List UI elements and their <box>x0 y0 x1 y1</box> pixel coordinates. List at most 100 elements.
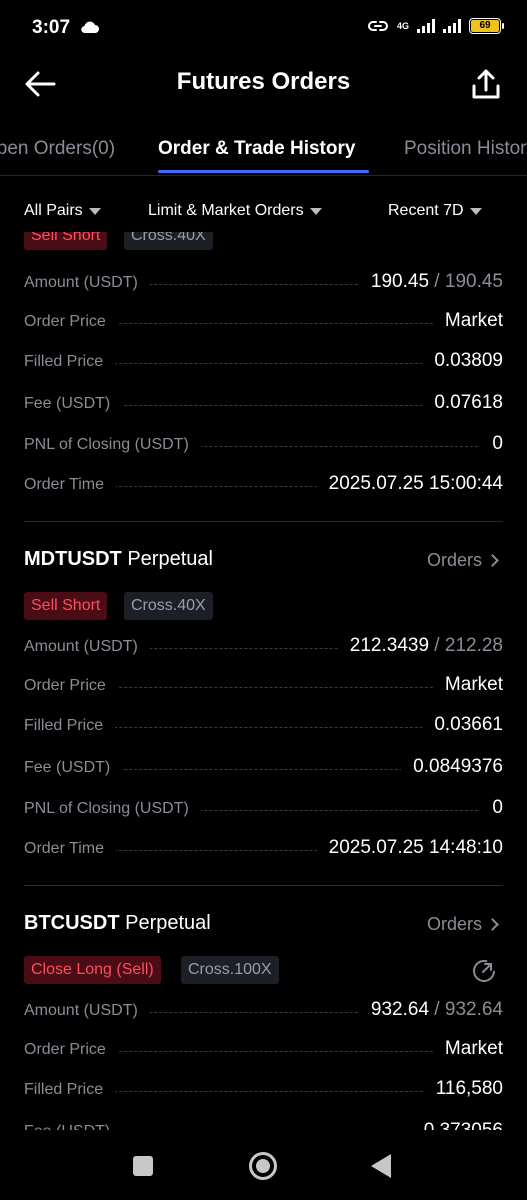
pnl-row: PNL of Closing (USDT) 0 <box>24 795 503 825</box>
order-price-value: Market <box>432 1038 503 1060</box>
order-price-value: Market <box>432 310 503 332</box>
orders-link[interactable]: Orders <box>426 550 499 571</box>
amount-value: 190.45 / 190.45 <box>358 271 503 293</box>
contract-symbol: MDTUSDT <box>24 548 122 570</box>
filter-range[interactable]: Recent 7D <box>388 202 482 220</box>
pnl-value: 0 <box>480 797 503 819</box>
caret-down-icon <box>469 207 482 215</box>
active-tab-indicator <box>158 170 369 173</box>
orders-link[interactable]: Orders <box>426 914 499 935</box>
side-badge: Close Long (Sell) <box>24 956 161 984</box>
order-time-label: Order Time <box>24 476 117 494</box>
fee-row: Fee (USDT) 0.373056 <box>24 1118 503 1130</box>
contract-title[interactable]: MDTUSDT Perpetual <box>24 548 213 571</box>
fee-value: 0.07618 <box>422 392 503 414</box>
filled-price-row: Filled Price 0.03661 <box>24 712 503 742</box>
amount-label: Amount (USDT) <box>24 638 150 656</box>
fee-row: Fee (USDT) 0.0849376 <box>24 754 503 784</box>
pnl-row: PNL of Closing (USDT) 0 <box>24 431 503 461</box>
filter-order-type[interactable]: Limit & Market Orders <box>148 202 322 220</box>
pnl-label: PNL of Closing (USDT) <box>24 436 201 454</box>
contract-symbol: BTCUSDT <box>24 912 120 934</box>
order-price-row: Order Price Market <box>24 672 503 702</box>
card-divider <box>24 885 503 886</box>
filled-price-label: Filled Price <box>24 1081 116 1099</box>
battery-icon: 69 <box>469 18 504 34</box>
fee-label: Fee (USDT) <box>24 759 123 777</box>
side-badge: Sell Short <box>24 592 108 620</box>
app-header: Futures Orders <box>0 56 527 114</box>
network-type: 4G <box>396 20 409 31</box>
system-nav-bar <box>0 1130 527 1200</box>
filled-price-value: 0.03661 <box>422 714 503 736</box>
filter-pairs[interactable]: All Pairs <box>24 202 101 220</box>
order-price-row: Order Price Market <box>24 1036 503 1066</box>
status-right: 4G 69 <box>367 18 504 34</box>
side-badge: Sell Short <box>24 232 108 250</box>
share-order-icon[interactable] <box>471 958 497 984</box>
margin-badge: Cross.40X <box>124 232 213 250</box>
filter-bar: All Pairs Limit & Market Orders Recent 7… <box>0 190 527 232</box>
fee-value: 0.373056 <box>411 1120 503 1130</box>
order-price-label: Order Price <box>24 677 118 695</box>
amount-value: 932.64 / 932.64 <box>358 999 503 1021</box>
order-time-row: Order Time 2025.07.25 14:48:10 <box>24 835 503 865</box>
cloud-icon <box>81 21 99 34</box>
tab-order-trade-history[interactable]: Order & Trade History <box>158 138 355 160</box>
amount-label: Amount (USDT) <box>24 274 150 292</box>
order-list[interactable]: Sell Short Cross.40X Amount (USDT) 190.4… <box>0 232 527 1130</box>
filter-pairs-label: All Pairs <box>24 202 83 219</box>
order-price-row: Order Price Market <box>24 308 503 338</box>
link-icon <box>368 21 388 31</box>
filled-price-value: 0.03809 <box>422 350 503 372</box>
amount-label: Amount (USDT) <box>24 1002 150 1020</box>
pnl-value: 0 <box>480 433 503 455</box>
caret-down-icon <box>309 207 322 215</box>
filled-price-label: Filled Price <box>24 717 116 735</box>
filter-range-label: Recent 7D <box>388 202 464 219</box>
recents-icon[interactable] <box>133 1156 153 1176</box>
order-time-row: Order Time 2025.07.25 15:00:44 <box>24 471 503 501</box>
order-price-value: Market <box>432 674 503 696</box>
filled-price-row: Filled Price 116,580 <box>24 1076 503 1106</box>
tab-bar: Open Orders(0) Order & Trade History Pos… <box>0 124 527 176</box>
amount-row: Amount (USDT) 932.64 / 932.64 <box>24 997 503 1027</box>
order-price-label: Order Price <box>24 313 118 331</box>
contract-type: Perpetual <box>127 548 213 570</box>
filter-order-type-label: Limit & Market Orders <box>148 202 304 219</box>
contract-type: Perpetual <box>125 912 211 934</box>
margin-badge: Cross.100X <box>181 956 279 984</box>
chevron-right-icon <box>486 918 499 931</box>
fee-row: Fee (USDT) 0.07618 <box>24 390 503 420</box>
orders-link-label: Orders <box>426 550 482 570</box>
orders-link-label: Orders <box>426 914 482 934</box>
signal-icon <box>417 19 435 33</box>
margin-badge: Cross.40X <box>124 592 213 620</box>
amount-value: 212.3439 / 212.28 <box>337 635 503 657</box>
tab-position-history[interactable]: Position History <box>404 138 527 160</box>
fee-label: Fee (USDT) <box>24 395 123 413</box>
status-time: 3:07 <box>32 17 71 38</box>
order-time-value: 2025.07.25 14:48:10 <box>316 837 503 859</box>
page-title: Futures Orders <box>176 68 351 95</box>
signal-icon-2 <box>443 19 461 33</box>
system-back-icon[interactable] <box>371 1154 391 1178</box>
share-icon[interactable] <box>471 66 501 102</box>
pnl-label: PNL of Closing (USDT) <box>24 800 201 818</box>
contract-title[interactable]: BTCUSDT Perpetual <box>24 912 211 935</box>
order-time-value: 2025.07.25 15:00:44 <box>316 473 503 495</box>
card-divider <box>24 521 503 522</box>
battery-level: 69 <box>471 20 499 32</box>
filled-price-label: Filled Price <box>24 353 116 371</box>
chevron-right-icon <box>486 554 499 567</box>
status-bar: 3:07 4G 69 <box>0 0 527 56</box>
fee-value: 0.0849376 <box>401 756 503 778</box>
amount-row: Amount (USDT) 190.45 / 190.45 <box>24 269 503 299</box>
filled-price-row: Filled Price 0.03809 <box>24 348 503 378</box>
order-price-label: Order Price <box>24 1041 118 1059</box>
amount-row: Amount (USDT) 212.3439 / 212.28 <box>24 633 503 663</box>
filled-price-value: 116,580 <box>423 1078 503 1100</box>
fee-label: Fee (USDT) <box>24 1123 123 1130</box>
tab-open-orders[interactable]: Open Orders(0) <box>0 138 115 160</box>
home-icon[interactable] <box>249 1152 277 1180</box>
